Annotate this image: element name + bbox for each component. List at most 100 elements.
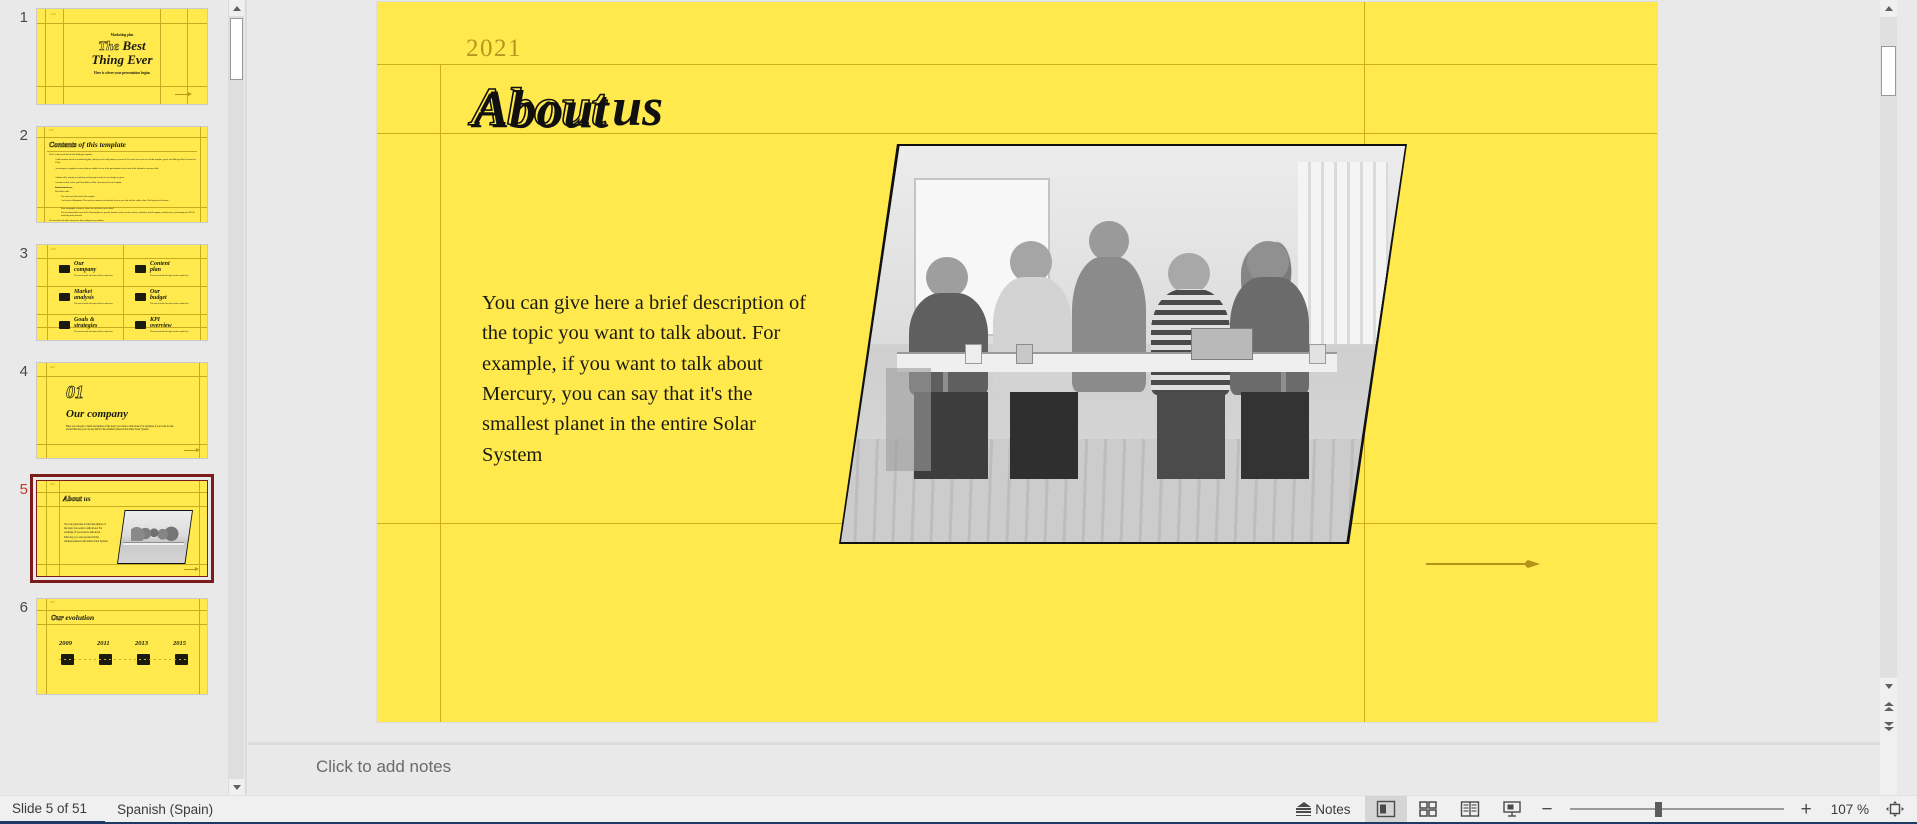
thumbnail-scrollbar[interactable]	[228, 0, 244, 795]
thumbnail-scrollbar-track[interactable]	[229, 16, 244, 779]
language-indicator[interactable]: Spanish (Spain)	[105, 802, 225, 817]
mini-subitem-2-2: More infographic resources, whose size a…	[61, 208, 114, 210]
mini-toc-label-5: KPI overview	[150, 317, 172, 329]
mini-title-line2-1: Thing Ever	[91, 51, 153, 67]
mini-item-2-0: A slide structure based on a marketing p…	[55, 158, 196, 164]
thumbnail-frame-3[interactable]: 2021 Our company You can describe the to…	[36, 244, 208, 341]
zoom-slider-track	[1569, 808, 1784, 810]
slide-rule	[377, 64, 1657, 65]
zoom-slider-handle[interactable]	[1654, 801, 1662, 817]
slide-scroll-down-button[interactable]	[1880, 678, 1897, 694]
slide-editing-area[interactable]: 2021 About us You can give here a brief d…	[248, 0, 1880, 742]
notes-toggle-label: Notes	[1315, 801, 1351, 817]
mini-item-2-5: Final slides with:	[55, 190, 70, 193]
mini-title-solid-6: evolution	[65, 613, 95, 622]
slide-scrollbar-thumb[interactable]	[1881, 46, 1896, 96]
thumbnail-frame-2[interactable]: 2021 Contents of this template Here's wh…	[36, 126, 208, 223]
mini-year-6-2: 2013	[135, 640, 148, 647]
mini-subitem-2-3: Sets of customizable icons of the follow…	[61, 212, 195, 217]
normal-view-icon	[1376, 800, 1395, 818]
slide-title-hollow: About	[470, 77, 607, 137]
thumbnail-number-5: 5	[19, 481, 28, 498]
zoom-in-button[interactable]: +	[1792, 796, 1821, 823]
slide-year-label: 2021	[466, 35, 522, 62]
mini-item-2-2: A thanks slide, which you must keep so t…	[55, 176, 125, 179]
status-bar: Slide 5 of 51 Spanish (Spain) Notes − + …	[0, 795, 1917, 823]
thumbnail-frame-4[interactable]: 2021 01 Our company Here you can give a …	[36, 362, 208, 459]
mini-toc-desc-1: You can describe the topic of the sectio…	[150, 274, 189, 277]
mini-footer-2: You can delete this slide when you're do…	[49, 220, 105, 222]
notes-pane[interactable]: Click to add notes	[248, 745, 1880, 795]
slide-count-indicator[interactable]: Slide 5 of 51	[0, 796, 106, 823]
zoom-slider[interactable]	[1562, 796, 1792, 823]
mini-sect-title-4: Our company	[66, 408, 129, 420]
mini-toc-label-4: Goals & strategies	[74, 317, 98, 329]
slide-title-solid: us	[612, 77, 664, 137]
arrow-right-icon	[1426, 559, 1540, 569]
mini-subitem-2-0: The fonts and colors used in the templat…	[61, 196, 96, 198]
mini-toc-desc-5: You can describe the topic of the sectio…	[150, 330, 189, 333]
mini-title-solid-5: us	[83, 494, 91, 503]
thumbnail-scroll-down-button[interactable]	[229, 779, 244, 795]
zoom-out-button[interactable]: −	[1533, 796, 1562, 823]
thumbnail-scroll-up-button[interactable]	[229, 0, 244, 16]
thumbnail-number-2: 2	[19, 127, 28, 144]
next-slide-button[interactable]	[1880, 717, 1897, 735]
thumbnail-frame-5[interactable]: 2021 About us You can give here a brief …	[30, 474, 214, 583]
image-content	[841, 146, 1405, 542]
mini-eyebrow-1: Marketing plan	[110, 33, 134, 37]
slide-rule	[440, 523, 441, 722]
mini-toc-label-1: Content plan	[150, 261, 170, 273]
reading-view-button[interactable]	[1449, 796, 1491, 823]
mini-intro-2: Here's what you'll find in this Slidesgo…	[49, 153, 93, 156]
slide-image[interactable]	[839, 144, 1407, 544]
mini-toc-desc-3: You can describe the topic of the sectio…	[150, 302, 189, 305]
mini-year-6-0: 2009	[59, 640, 72, 647]
slide-sorter-icon	[1418, 801, 1437, 817]
slide-show-button[interactable]	[1491, 796, 1533, 823]
slide-scroll-up-button[interactable]	[1880, 0, 1897, 16]
thumbnail-number-3: 3	[19, 245, 28, 262]
fit-slide-to-window-icon	[1886, 801, 1904, 817]
notes-toggle-button[interactable]: Notes	[1286, 796, 1364, 823]
mini-title-hollow-2: Contents	[49, 140, 77, 150]
mini-item-2-4: Instructions for use.	[55, 186, 73, 189]
mini-subtitle-1: Here is where your presentation begins	[94, 71, 150, 75]
slide-scrollbar-track[interactable]	[1880, 17, 1897, 678]
zoom-level-label[interactable]: 107 %	[1821, 802, 1879, 817]
mini-photo-5	[117, 510, 193, 564]
notes-placeholder[interactable]: Click to add notes	[316, 757, 451, 777]
mini-toc-label-2: Market analysis	[74, 289, 95, 301]
fit-slide-to-window-button[interactable]	[1879, 796, 1917, 823]
current-slide[interactable]: 2021 About us You can give here a brief d…	[377, 2, 1657, 722]
slide-sorter-button[interactable]	[1407, 796, 1449, 823]
mini-toc-desc-2: You can describe the topic of the sectio…	[74, 302, 113, 305]
mini-title-solid-2: of this template	[78, 140, 126, 149]
mini-year-6-1: 2011	[97, 640, 110, 647]
slide-scrollbar[interactable]	[1880, 0, 1897, 795]
mini-bignum-4: 01	[66, 382, 85, 402]
mini-item-2-1: An assortment of graphic resources that …	[55, 167, 159, 170]
slide-body-text[interactable]: You can give here a brief description of…	[482, 288, 812, 470]
thumbnail-frame-1[interactable]: 2021 Marketing plan The Best Thing Ever …	[36, 8, 208, 105]
mini-body-5: You can give here a brief description of…	[64, 522, 108, 543]
slide-thumbnail-panel[interactable]: 1 2021 Marketing plan The Best Thing Eve…	[0, 0, 276, 795]
reading-view-icon	[1460, 801, 1479, 817]
mini-subitem-2-1: A selection of illustrations. You can al…	[61, 200, 170, 202]
mini-title-hollow-5: About	[63, 494, 82, 504]
mini-item-2-3: A resources slide, where you'll find lin…	[55, 181, 123, 184]
thumbnail-frame-6[interactable]: 2021 Our evolution 2009 2011 2013 2015	[36, 598, 208, 695]
presentation-editor-window: 1 2021 Marketing plan The Best Thing Eve…	[0, 0, 1917, 824]
thumbnail-number-4: 4	[19, 363, 28, 380]
thumbnail-number-6: 6	[19, 599, 28, 616]
thumbnail-scrollbar-thumb[interactable]	[230, 18, 243, 80]
mini-toc-label-0: Our company	[74, 261, 97, 273]
previous-slide-button[interactable]	[1880, 697, 1897, 715]
normal-view-button[interactable]	[1364, 795, 1407, 823]
mini-toc-desc-0: You can describe the topic of the sectio…	[74, 274, 113, 277]
mini-year-6-3: 2015	[173, 640, 186, 647]
panel-splitter-vertical[interactable]	[245, 0, 247, 795]
mini-sect-body-4: Here you can give a brief description of…	[66, 425, 174, 432]
slide-title[interactable]: About us	[470, 77, 664, 137]
notes-icon	[1296, 801, 1312, 817]
